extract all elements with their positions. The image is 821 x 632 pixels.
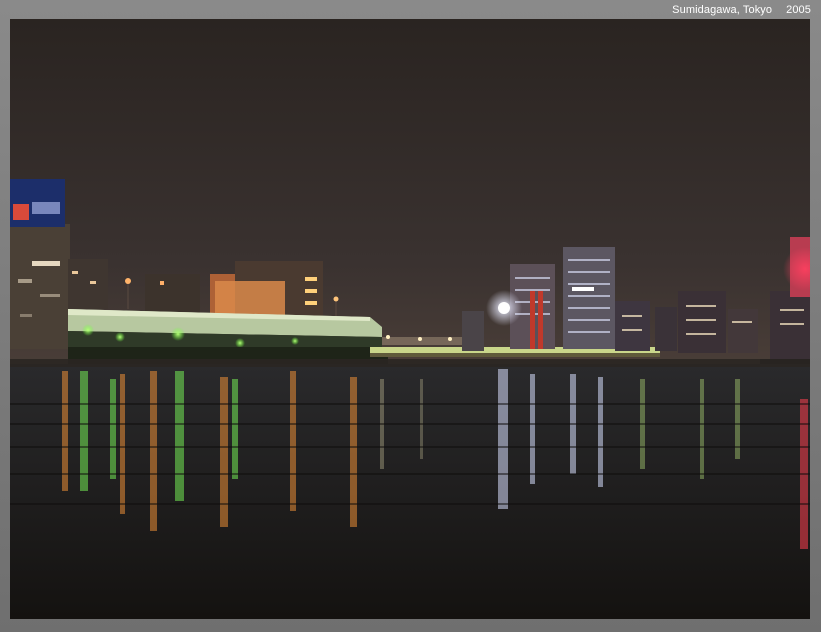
photo-caption: Sumidagawa, Tokyo 2005 (672, 3, 811, 17)
left-tower (10, 179, 70, 349)
caption-year: 2005 (786, 4, 811, 16)
photo-frame: Sumidagawa, Tokyo 2005 (0, 0, 821, 632)
night-river-scene (10, 19, 810, 619)
photo (10, 19, 810, 619)
highway-overpass (68, 309, 388, 367)
caption-location: Sumidagawa, Tokyo (672, 4, 773, 16)
river-water (10, 364, 810, 619)
